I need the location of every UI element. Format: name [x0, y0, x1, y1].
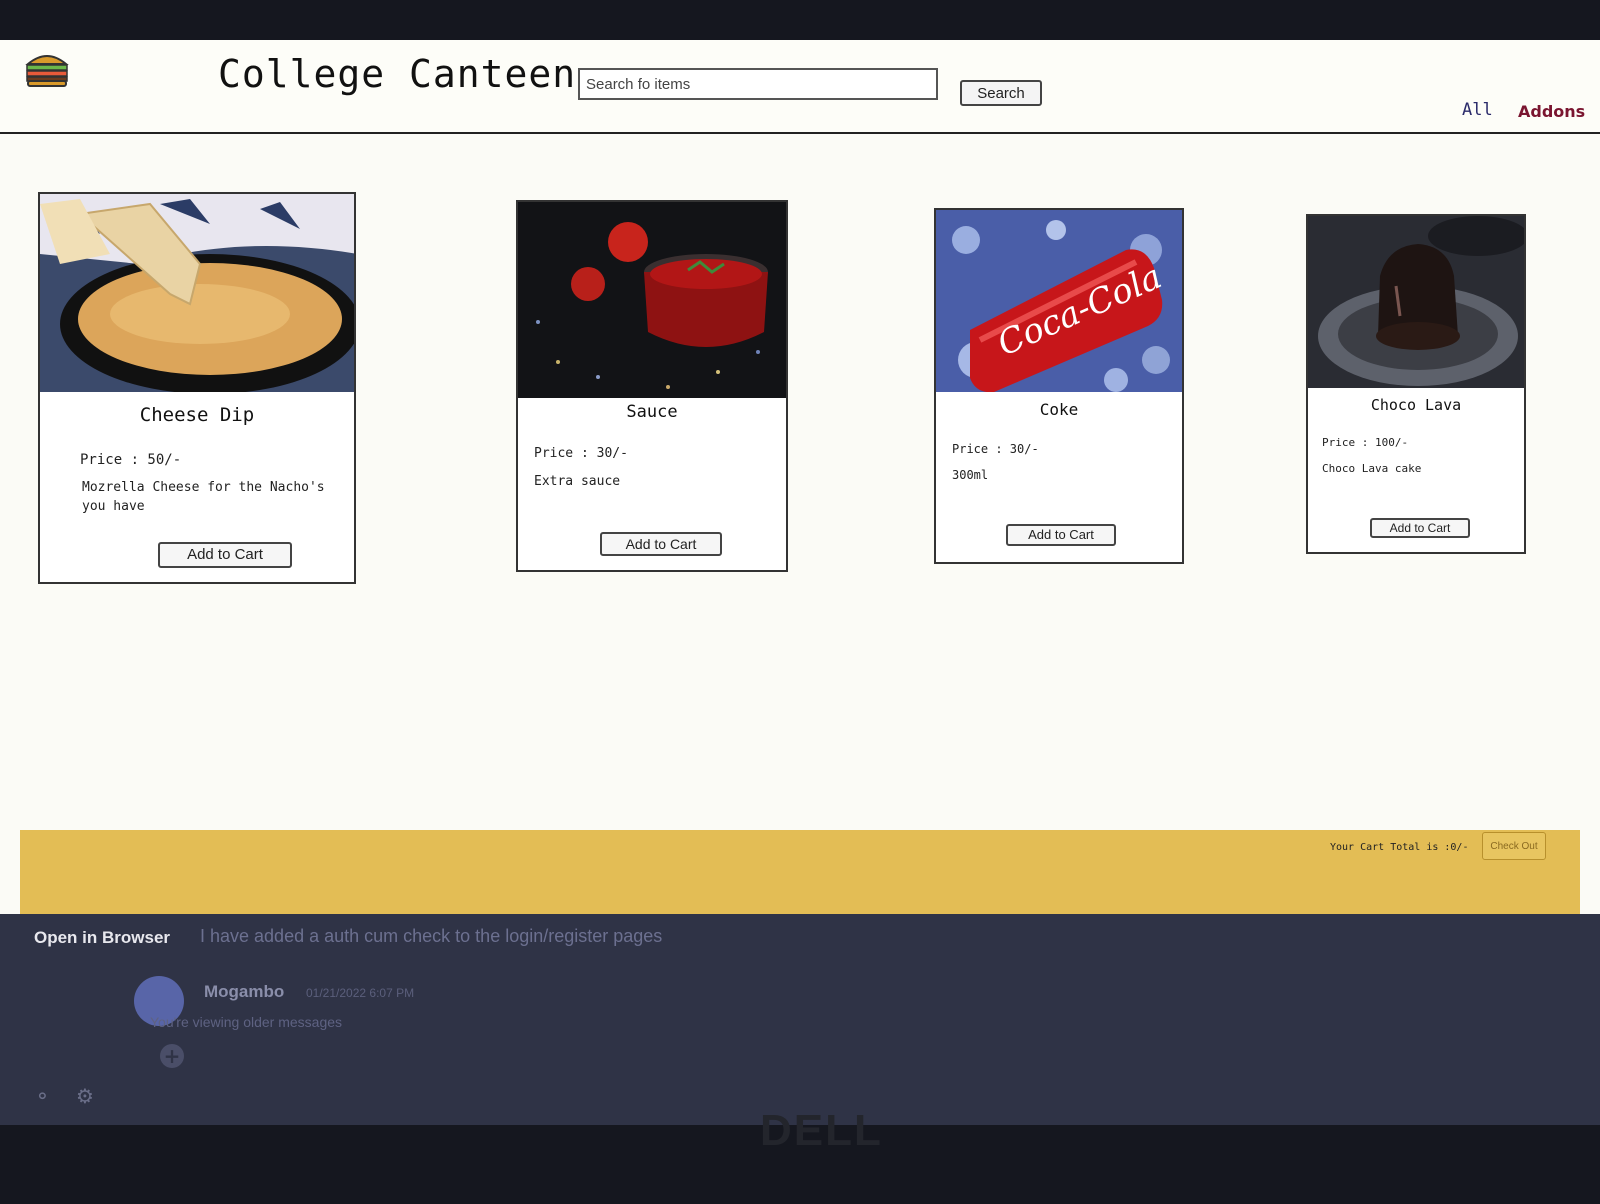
- product-card-cheese-dip: Cheese Dip Price : 50/- Mozrella Cheese …: [38, 192, 356, 584]
- laptop-screen: College Canteen Search All Addons: [0, 40, 1600, 1125]
- search-button[interactable]: Search: [960, 80, 1042, 106]
- product-description: Choco Lava cake: [1322, 462, 1422, 475]
- search-input[interactable]: [578, 68, 938, 100]
- gear-icon[interactable]: ⚙: [76, 1084, 94, 1108]
- product-price: Price : 30/-: [534, 446, 628, 461]
- add-to-cart-button[interactable]: Add to Cart: [158, 542, 292, 568]
- product-title: Choco Lava: [1370, 396, 1462, 414]
- canteen-app: College Canteen Search All Addons: [0, 40, 1600, 940]
- product-description: Extra sauce: [534, 474, 621, 489]
- product-price: Price : 50/-: [80, 452, 182, 468]
- sauce-image: [518, 202, 786, 398]
- site-title: College Canteen: [218, 52, 577, 96]
- plus-icon[interactable]: +: [160, 1044, 184, 1068]
- nav-addons-link[interactable]: Addons: [1518, 102, 1585, 121]
- choco-lava-image: [1308, 216, 1524, 388]
- product-title: Cheese Dip: [139, 404, 255, 426]
- cart-footer: Your Cart Total is :0/- Check Out: [20, 830, 1580, 914]
- product-price: Price : 100/-: [1322, 436, 1409, 449]
- product-card-coke: Coca-Cola Coke Price : 30/- 300ml Add to…: [934, 208, 1184, 564]
- headset-icon[interactable]: ⚬: [34, 1084, 51, 1108]
- checkout-button[interactable]: Check Out: [1482, 832, 1546, 860]
- product-title: Coke: [1039, 400, 1079, 419]
- older-messages-notice: You're viewing older messages: [150, 1014, 343, 1030]
- product-price: Price : 30/-: [952, 442, 1039, 456]
- product-description: 300ml: [952, 468, 989, 482]
- open-in-browser-link[interactable]: Open in Browser: [34, 928, 170, 948]
- chat-app-background: Open in Browser I have added a auth cum …: [0, 914, 1600, 1125]
- add-to-cart-button[interactable]: Add to Cart: [1370, 518, 1470, 538]
- product-description: Mozrella Cheese for the Nacho's you have: [82, 480, 325, 514]
- cart-total: Your Cart Total is :0/-: [1330, 842, 1469, 853]
- product-title: Sauce: [626, 402, 678, 422]
- burger-logo-icon[interactable]: [24, 48, 70, 88]
- chat-timestamp: 01/21/2022 6:07 PM: [306, 986, 415, 1000]
- chat-username[interactable]: Mogambo: [204, 982, 284, 1002]
- cheese-dip-image: [40, 194, 354, 392]
- header: College Canteen Search All Addons: [0, 40, 1600, 134]
- add-to-cart-button[interactable]: Add to Cart: [600, 532, 722, 556]
- nav-all-link[interactable]: All: [1462, 100, 1493, 120]
- coke-image: Coca-Cola: [936, 210, 1182, 392]
- product-card-sauce: Sauce Price : 30/- Extra sauce Add to Ca…: [516, 200, 788, 572]
- add-to-cart-button[interactable]: Add to Cart: [1006, 524, 1116, 546]
- dell-logo: DELL: [760, 1106, 883, 1155]
- product-card-choco-lava: Choco Lava Price : 100/- Choco Lava cake…: [1306, 214, 1526, 554]
- chat-message: I have added a auth cum check to the log…: [200, 926, 663, 946]
